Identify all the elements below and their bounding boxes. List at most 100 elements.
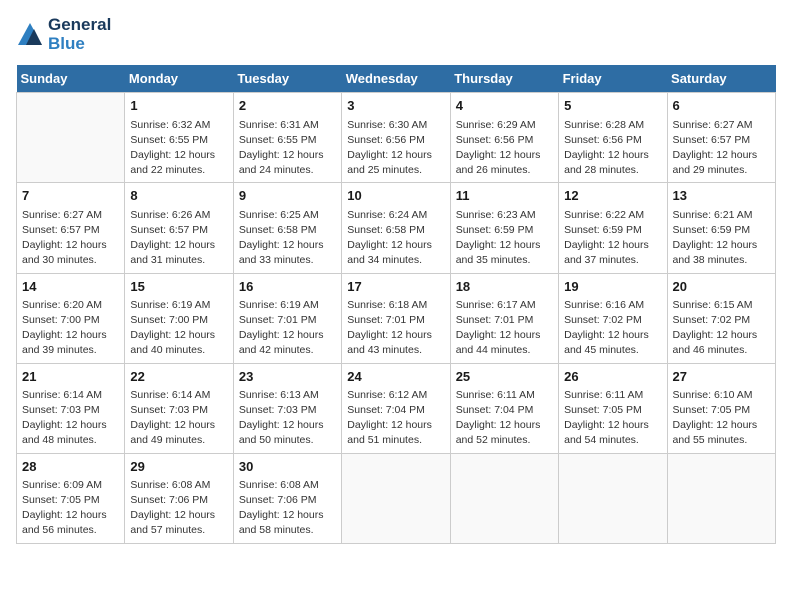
calendar-week-4: 21 Sunrise: 6:14 AM Sunset: 7:03 PM Dayli… [17,363,776,453]
calendar-header-row: SundayMondayTuesdayWednesdayThursdayFrid… [17,65,776,93]
day-info: Sunrise: 6:18 AM Sunset: 7:01 PM Dayligh… [347,298,444,359]
day-number: 17 [347,278,444,296]
day-number: 20 [673,278,770,296]
calendar-cell: 14 Sunrise: 6:20 AM Sunset: 7:00 PM Dayli… [17,273,125,363]
day-info: Sunrise: 6:14 AM Sunset: 7:03 PM Dayligh… [130,388,227,449]
day-number: 9 [239,187,336,205]
calendar-cell: 3 Sunrise: 6:30 AM Sunset: 6:56 PM Daylig… [342,93,450,183]
day-info: Sunrise: 6:08 AM Sunset: 7:06 PM Dayligh… [239,478,336,539]
calendar-cell: 10Sunrise: 6:24 AM Sunset: 6:58 PM Dayli… [342,183,450,273]
calendar-cell: 17 Sunrise: 6:18 AM Sunset: 7:01 PM Dayli… [342,273,450,363]
day-number: 25 [456,368,553,386]
day-info: Sunrise: 6:13 AM Sunset: 7:03 PM Dayligh… [239,388,336,449]
calendar-cell: 26 Sunrise: 6:11 AM Sunset: 7:05 PM Dayli… [559,363,667,453]
logo: General Blue [16,16,111,53]
day-number: 29 [130,458,227,476]
calendar-cell: 25 Sunrise: 6:11 AM Sunset: 7:04 PM Dayli… [450,363,558,453]
day-info: Sunrise: 6:11 AM Sunset: 7:04 PM Dayligh… [456,388,553,449]
day-header-wednesday: Wednesday [342,65,450,93]
day-number: 11 [456,187,553,205]
calendar-week-2: 7 Sunrise: 6:27 AM Sunset: 6:57 PM Daylig… [17,183,776,273]
day-info: Sunrise: 6:15 AM Sunset: 7:02 PM Dayligh… [673,298,770,359]
day-number: 7 [22,187,119,205]
calendar-cell: 7 Sunrise: 6:27 AM Sunset: 6:57 PM Daylig… [17,183,125,273]
day-header-sunday: Sunday [17,65,125,93]
day-number: 14 [22,278,119,296]
day-info: Sunrise: 6:19 AM Sunset: 7:00 PM Dayligh… [130,298,227,359]
calendar-cell [559,453,667,543]
day-number: 27 [673,368,770,386]
calendar-cell: 9 Sunrise: 6:25 AM Sunset: 6:58 PM Daylig… [233,183,341,273]
calendar-cell: 4 Sunrise: 6:29 AM Sunset: 6:56 PM Daylig… [450,93,558,183]
calendar-cell: 19 Sunrise: 6:16 AM Sunset: 7:02 PM Dayli… [559,273,667,363]
calendar-cell: 21 Sunrise: 6:14 AM Sunset: 7:03 PM Dayli… [17,363,125,453]
day-number: 6 [673,97,770,115]
calendar-table: SundayMondayTuesdayWednesdayThursdayFrid… [16,65,776,543]
day-info: Sunrise: 6:27 AM Sunset: 6:57 PM Dayligh… [673,118,770,179]
calendar-cell [450,453,558,543]
day-number: 26 [564,368,661,386]
day-info: Sunrise: 6:25 AM Sunset: 6:58 PM Dayligh… [239,208,336,269]
calendar-cell [17,93,125,183]
logo-text: General Blue [48,16,111,53]
day-info: Sunrise: 6:19 AM Sunset: 7:01 PM Dayligh… [239,298,336,359]
day-info: Sunrise: 6:26 AM Sunset: 6:57 PM Dayligh… [130,208,227,269]
day-number: 28 [22,458,119,476]
calendar-cell: 12Sunrise: 6:22 AM Sunset: 6:59 PM Dayli… [559,183,667,273]
day-info: Sunrise: 6:17 AM Sunset: 7:01 PM Dayligh… [456,298,553,359]
day-number: 3 [347,97,444,115]
calendar-cell: 30 Sunrise: 6:08 AM Sunset: 7:06 PM Dayli… [233,453,341,543]
day-info: Sunrise: 6:21 AM Sunset: 6:59 PM Dayligh… [673,208,770,269]
day-info: Sunrise: 6:32 AM Sunset: 6:55 PM Dayligh… [130,118,227,179]
calendar-cell: 22Sunrise: 6:14 AM Sunset: 7:03 PM Dayli… [125,363,233,453]
day-number: 18 [456,278,553,296]
day-number: 10 [347,187,444,205]
calendar-cell [667,453,775,543]
day-info: Sunrise: 6:22 AM Sunset: 6:59 PM Dayligh… [564,208,661,269]
day-header-tuesday: Tuesday [233,65,341,93]
day-info: Sunrise: 6:29 AM Sunset: 6:56 PM Dayligh… [456,118,553,179]
calendar-cell: 2Sunrise: 6:31 AM Sunset: 6:55 PM Daylig… [233,93,341,183]
calendar-cell: 27 Sunrise: 6:10 AM Sunset: 7:05 PM Dayli… [667,363,775,453]
day-number: 30 [239,458,336,476]
day-info: Sunrise: 6:20 AM Sunset: 7:00 PM Dayligh… [22,298,119,359]
day-info: Sunrise: 6:11 AM Sunset: 7:05 PM Dayligh… [564,388,661,449]
calendar-cell: 1 Sunrise: 6:32 AM Sunset: 6:55 PM Daylig… [125,93,233,183]
day-info: Sunrise: 6:10 AM Sunset: 7:05 PM Dayligh… [673,388,770,449]
calendar-cell [342,453,450,543]
calendar-cell: 6 Sunrise: 6:27 AM Sunset: 6:57 PM Daylig… [667,93,775,183]
day-number: 4 [456,97,553,115]
day-info: Sunrise: 6:16 AM Sunset: 7:02 PM Dayligh… [564,298,661,359]
calendar-cell: 18 Sunrise: 6:17 AM Sunset: 7:01 PM Dayli… [450,273,558,363]
calendar-cell: 28 Sunrise: 6:09 AM Sunset: 7:05 PM Dayli… [17,453,125,543]
day-info: Sunrise: 6:30 AM Sunset: 6:56 PM Dayligh… [347,118,444,179]
day-number: 15 [130,278,227,296]
day-info: Sunrise: 6:14 AM Sunset: 7:03 PM Dayligh… [22,388,119,449]
calendar-cell: 23 Sunrise: 6:13 AM Sunset: 7:03 PM Dayli… [233,363,341,453]
day-header-saturday: Saturday [667,65,775,93]
calendar-cell: 13Sunrise: 6:21 AM Sunset: 6:59 PM Dayli… [667,183,775,273]
day-header-friday: Friday [559,65,667,93]
day-number: 1 [130,97,227,115]
day-number: 21 [22,368,119,386]
day-header-monday: Monday [125,65,233,93]
calendar-cell: 5 Sunrise: 6:28 AM Sunset: 6:56 PM Daylig… [559,93,667,183]
calendar-cell: 15 Sunrise: 6:19 AM Sunset: 7:00 PM Dayli… [125,273,233,363]
day-info: Sunrise: 6:08 AM Sunset: 7:06 PM Dayligh… [130,478,227,539]
day-number: 19 [564,278,661,296]
day-header-thursday: Thursday [450,65,558,93]
day-number: 23 [239,368,336,386]
day-number: 8 [130,187,227,205]
day-number: 16 [239,278,336,296]
day-number: 24 [347,368,444,386]
day-info: Sunrise: 6:09 AM Sunset: 7:05 PM Dayligh… [22,478,119,539]
day-number: 2 [239,97,336,115]
day-info: Sunrise: 6:27 AM Sunset: 6:57 PM Dayligh… [22,208,119,269]
day-info: Sunrise: 6:12 AM Sunset: 7:04 PM Dayligh… [347,388,444,449]
calendar-cell: 8 Sunrise: 6:26 AM Sunset: 6:57 PM Daylig… [125,183,233,273]
day-number: 5 [564,97,661,115]
day-info: Sunrise: 6:28 AM Sunset: 6:56 PM Dayligh… [564,118,661,179]
calendar-week-5: 28 Sunrise: 6:09 AM Sunset: 7:05 PM Dayli… [17,453,776,543]
calendar-week-3: 14 Sunrise: 6:20 AM Sunset: 7:00 PM Dayli… [17,273,776,363]
calendar-week-1: 1 Sunrise: 6:32 AM Sunset: 6:55 PM Daylig… [17,93,776,183]
